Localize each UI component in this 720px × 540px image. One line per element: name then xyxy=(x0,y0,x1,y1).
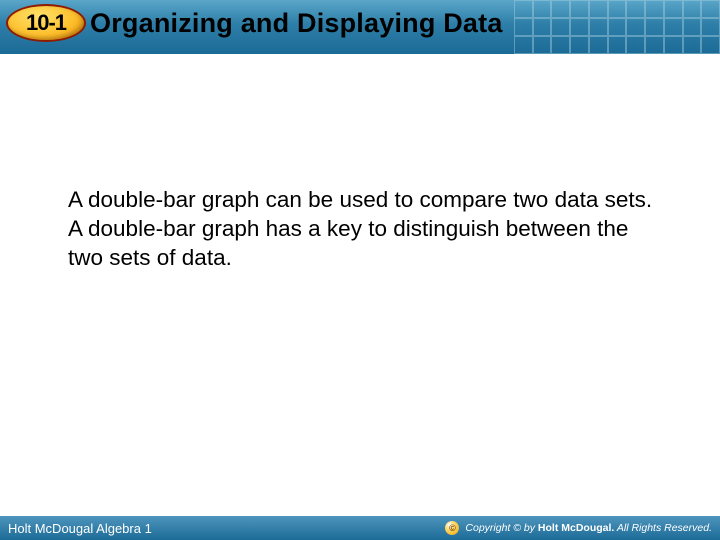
copyright-prefix: Copyright © by xyxy=(465,522,538,534)
footer-copyright: © Copyright © by Holt McDougal. All Righ… xyxy=(445,521,712,535)
footer-textbook: Holt McDougal Algebra 1 xyxy=(8,521,152,536)
section-badge: 10-1 xyxy=(6,4,86,42)
slide-header: 10-1 Organizing and Displaying Data xyxy=(0,0,720,54)
header-grid-decoration xyxy=(514,0,720,54)
copyright-brand: Holt McDougal. xyxy=(538,522,614,534)
slide: 10-1 Organizing and Displaying Data A do… xyxy=(0,0,720,540)
slide-title: Organizing and Displaying Data xyxy=(90,8,503,39)
slide-footer: Holt McDougal Algebra 1 © Copyright © by… xyxy=(0,516,720,540)
section-number: 10-1 xyxy=(26,10,66,36)
copyright-text: Copyright © by Holt McDougal. All Rights… xyxy=(465,522,712,534)
copyright-icon: © xyxy=(445,521,459,535)
body-paragraph: A double-bar graph can be used to compar… xyxy=(68,186,658,272)
copyright-suffix: All Rights Reserved. xyxy=(614,522,712,534)
